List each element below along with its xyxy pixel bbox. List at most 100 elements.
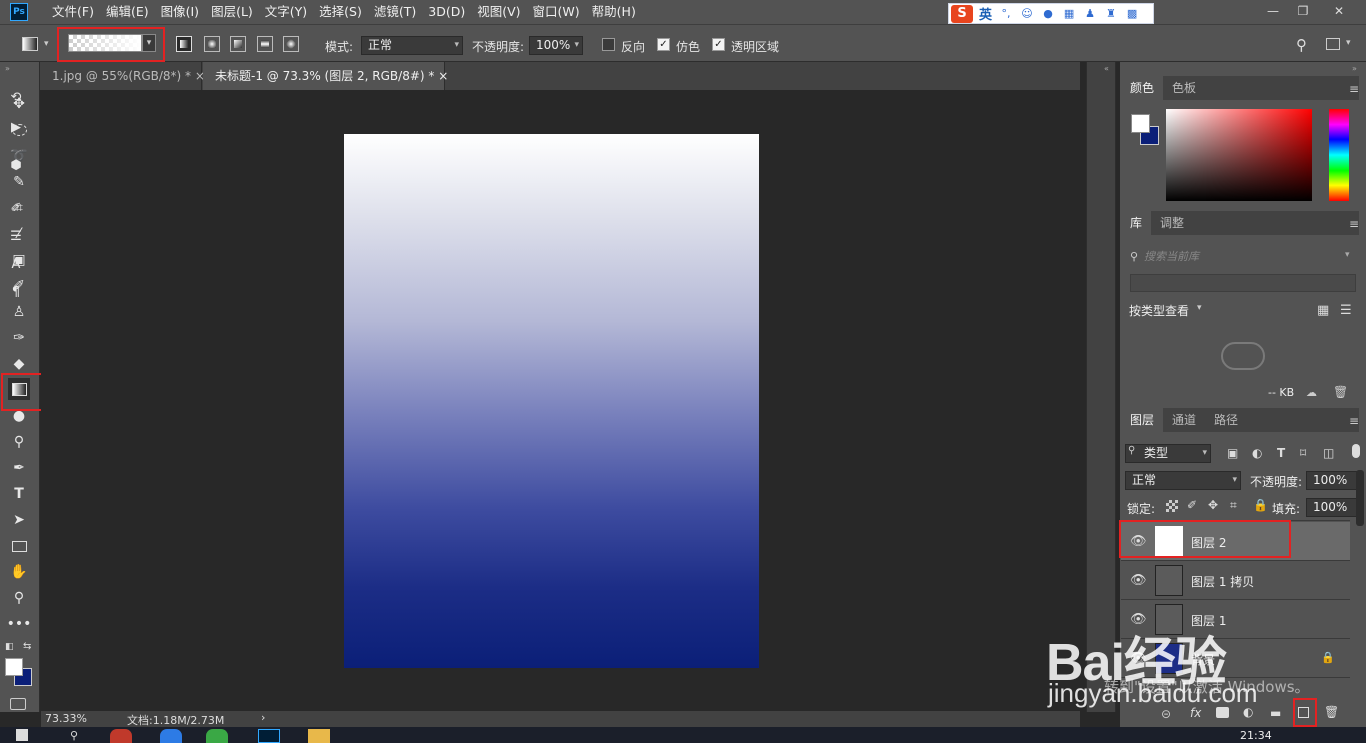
history-panel-icon[interactable]: ⟲ [6,87,26,107]
sogou-logo-icon[interactable]: S [951,4,973,23]
keyboard-icon[interactable]: ▦ [1062,7,1076,21]
trash-icon[interactable]: 🗑 [1333,385,1348,399]
gradient-preview[interactable] [68,34,142,52]
linear-gradient-icon[interactable] [176,36,192,52]
restore-button[interactable]: ❐ [1288,0,1318,22]
opacity-input[interactable]: 100% ▾ [529,36,583,55]
tab-paths[interactable]: 路径 [1205,408,1247,432]
collapse-arrows-icon[interactable]: » [1352,64,1357,73]
menu-item[interactable]: 视图(V) [471,0,526,24]
chevron-down-icon[interactable]: ▾ [1346,38,1351,48]
shape-layer-filter-icon[interactable]: ⌑ [1300,446,1306,460]
close-tab-icon[interactable]: × [438,69,448,83]
brush-settings-panel-icon[interactable]: ✐ [6,198,26,218]
visibility-eye-icon[interactable]: 👁 [1130,573,1147,588]
punctuation-icon[interactable]: °, [999,7,1013,21]
layer-row[interactable]: 👁 图层 1 拷贝 [1121,561,1350,600]
panel-menu-icon[interactable]: ≡ [1349,83,1361,95]
zoom-level[interactable]: 73.33% [45,712,87,725]
ime-toolbar[interactable]: S 英 °, ☺ ● ▦ ♟ ♜ ▩ [948,3,1154,24]
color-saturation-field[interactable] [1166,109,1312,201]
menu-item[interactable]: 选择(S) [313,0,368,24]
tab-libraries[interactable]: 库 [1121,211,1152,235]
dither-checkbox[interactable]: ✓ [657,38,670,51]
lock-all-icon[interactable]: 🔒 [1253,498,1268,512]
menu-item[interactable]: 窗口(W) [527,0,586,24]
workspace-switcher-icon[interactable] [1326,38,1340,50]
diamond-gradient-icon[interactable] [283,36,299,52]
clone-stamp-tool-icon[interactable]: ♙ [8,301,30,323]
trash-icon[interactable]: 🗑 [1324,705,1339,719]
skin-shirt-icon[interactable]: ♜ [1104,7,1118,21]
tab-color[interactable]: 颜色 [1121,76,1164,100]
lock-image-pixels-icon[interactable]: ✐ [1187,498,1197,512]
folder-icon[interactable]: ▬ [1270,706,1281,720]
menu-item[interactable]: 图像(I) [155,0,205,24]
dodge-tool-icon[interactable]: ⚲ [8,431,30,453]
collapse-arrows-icon[interactable]: » [5,64,10,73]
tab-layers[interactable]: 图层 [1121,408,1164,432]
chevron-down-icon[interactable]: ▾ [44,39,49,49]
hue-slider[interactable] [1329,109,1349,201]
eraser-tool-icon[interactable]: ◆ [8,353,30,375]
tab-adjustments[interactable]: 调整 [1151,211,1193,235]
menu-item[interactable]: 图层(L) [205,0,259,24]
search-icon[interactable]: ⚲ [70,729,78,742]
smart-object-filter-icon[interactable]: ◫ [1323,446,1334,460]
app-icon[interactable] [110,729,132,743]
history-brush-tool-icon[interactable]: ✑ [8,327,30,349]
rectangle-tool-icon[interactable] [8,535,30,557]
photoshop-taskbar-icon[interactable] [258,729,280,743]
reflected-gradient-icon[interactable] [257,36,273,52]
toolbox-grid-icon[interactable]: ▩ [1125,7,1139,21]
pixel-layer-filter-icon[interactable]: ▣ [1227,446,1238,460]
menu-item[interactable]: 3D(D) [422,0,471,24]
gradient-dropdown-chevron-icon[interactable]: ▾ [142,34,156,52]
microphone-icon[interactable]: ● [1041,7,1055,21]
character-panel-icon[interactable]: A [6,254,26,274]
transparency-checkbox[interactable]: ✓ [712,38,725,51]
panel-menu-icon[interactable]: ≡ [1349,218,1361,230]
search-icon[interactable]: ⚲ [1296,36,1307,54]
collapse-arrows-icon[interactable]: « [1104,64,1109,73]
lock-transparent-pixels-icon[interactable] [1166,500,1178,512]
app-icon[interactable] [160,729,182,743]
status-menu-arrow-icon[interactable]: › [261,711,265,724]
filter-toggle-switch[interactable] [1352,444,1360,458]
clock[interactable]: 21:34 [1240,729,1272,742]
app-icon[interactable] [206,729,228,743]
library-select[interactable] [1130,274,1356,292]
paragraph-panel-icon[interactable]: ¶ [6,282,26,302]
lock-position-icon[interactable]: ✥ [1208,498,1218,512]
fill-input[interactable]: 100% [1306,498,1360,517]
foreground-color-chip[interactable] [1131,114,1150,133]
type-layer-filter-icon[interactable]: T [1277,446,1285,460]
menu-item[interactable]: 文字(Y) [259,0,313,24]
angle-gradient-icon[interactable] [230,36,246,52]
link-layers-icon[interactable]: ⊝ [1161,707,1171,721]
layer-name[interactable]: 图层 1 拷贝 [1191,573,1254,590]
tool-preset-icon[interactable] [22,37,38,51]
more-tools-icon[interactable]: ••• [7,613,32,635]
panel-menu-icon[interactable]: ≡ [1349,415,1361,427]
file-explorer-icon[interactable] [308,729,330,743]
chevron-down-icon[interactable]: ▾ [1345,250,1350,260]
zoom-tool-icon[interactable]: ⚲ [8,587,30,609]
path-selection-tool-icon[interactable]: ➤ [8,509,30,531]
quick-mask-icon[interactable] [10,698,26,710]
properties-panel-icon[interactable]: ☰ [6,226,26,246]
menu-item[interactable]: 帮助(H) [586,0,642,24]
reverse-checkbox[interactable] [602,38,615,51]
swap-colors-icon[interactable]: ⇆ [23,641,31,652]
mode-select[interactable]: 正常 ▾ [361,36,463,55]
tab-untitled-1[interactable]: 未标题-1 @ 73.3% (图层 2, RGB/8#) * × [203,62,448,90]
list-view-icon[interactable]: ☰ [1340,303,1352,318]
blur-tool-icon[interactable]: ● [8,405,30,427]
cloud-sync-icon[interactable]: ☁ [1306,386,1317,399]
document-canvas[interactable] [344,134,759,668]
actions-panel-icon[interactable]: ▶ [6,117,26,137]
tab-channels[interactable]: 通道 [1163,408,1205,432]
hand-tool-icon[interactable]: ✋ [8,561,30,583]
default-colors-icon[interactable]: ◧ [5,642,14,652]
minimize-button[interactable]: — [1258,0,1288,22]
